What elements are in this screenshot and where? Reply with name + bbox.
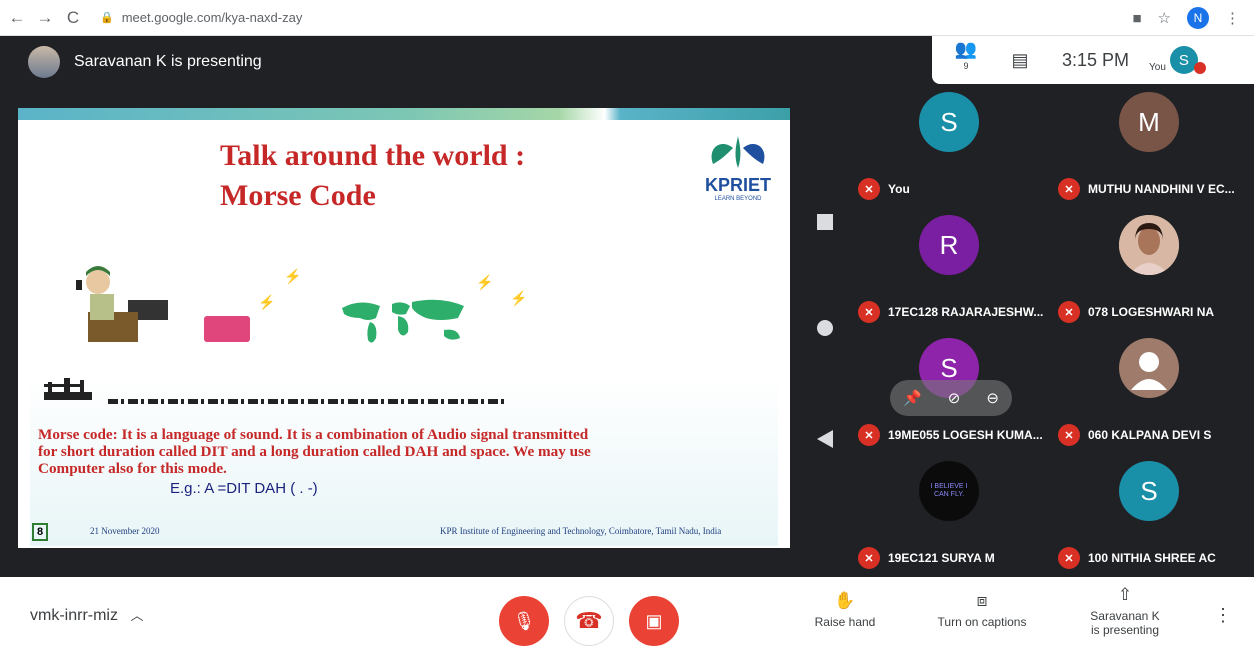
presenter-label: Saravanan K is presenting [74,53,262,70]
participant-name: 060 KALPANA DEVI S [1088,428,1212,442]
camera-off-button[interactable]: ▣ [629,596,679,646]
muted-mic-icon: ✕ [1058,424,1080,446]
camera-off-icon: ▣ [645,610,663,631]
url-text: meet.google.com/kya-naxd-zay [121,10,303,25]
top-right-panel: 👥9 ▤ 3:15 PM You S [932,36,1254,84]
leave-call-button[interactable]: ☎ [564,596,614,646]
participant-tile[interactable]: S ✕ You [850,84,1052,207]
participant-name: 100 NITHIA SHREE AC [1088,551,1216,565]
menu-icon[interactable]: ⋮ [1225,9,1240,27]
muted-mic-icon: ✕ [858,178,880,200]
participant-avatar: S [919,92,979,152]
muted-mic-icon: ✕ [1058,301,1080,323]
more-options-icon[interactable]: ⋮ [1214,605,1232,626]
circle-nav-icon[interactable] [810,320,840,336]
meet-stage: Saravanan K is presenting 👥9 ▤ 3:15 PM Y… [0,36,1254,577]
lock-icon: 🔒 [100,12,114,24]
back-icon[interactable]: ← [6,7,28,29]
hand-icon: ✋ [834,591,856,610]
participant-tile[interactable]: R ✕ 17EC128 RAJARAJESHW... [850,207,1052,330]
signal-icon: ⚡ [284,268,302,284]
presenter-avatar [28,46,60,78]
kpriet-logo: KPRIET LEARN BEYOND [698,134,778,202]
world-map-illustration [342,299,464,343]
slide-body-text: Morse code: It is a language of sound. I… [38,426,591,477]
participant-tile[interactable]: S ✕ 100 NITHIA SHREE AC [1050,453,1252,576]
presenting-button[interactable]: ⇧ Saravanan K is presenting [1080,585,1170,637]
participant-name: 078 LOGESHWARI NA [1088,305,1215,319]
people-icon[interactable]: 👥9 [954,39,978,81]
pin-icon[interactable]: 📌 [903,389,922,407]
participant-tile[interactable]: S 📌 ⊘ ⊖ ✕ 19ME055 LOGESH KUMA... [850,330,1052,453]
address-bar[interactable]: 🔒 meet.google.com/kya-naxd-zay [100,10,302,25]
present-icon: ⇧ [1117,585,1133,604]
self-muted-icon [1193,62,1206,74]
mute-icon[interactable]: ⊘ [948,389,961,407]
slide-example: E.g.: A =DIT DAH ( . -) [170,480,318,497]
participant-grid: S ✕ You M ✕ MUTHU NANDHINI V EC... R ✕ 17EC128 R… [850,84,1254,577]
participant-name: 19EC121 SURYA M [888,551,995,565]
signal-icon: ⚡ [510,290,528,306]
back-nav-icon[interactable] [810,430,840,448]
profile-avatar[interactable]: N [1187,7,1209,29]
muted-mic-icon: ✕ [858,547,880,569]
participant-tile[interactable]: M ✕ MUTHU NANDHINI V EC... [1050,84,1252,207]
presentation-slide: Talk around the world : Morse Code KPRIE… [18,108,790,548]
logo-leaf-icon [711,136,765,168]
star-icon[interactable]: ☆ [1158,9,1171,27]
tile-hover-actions: 📌 ⊘ ⊖ [890,380,1012,416]
you-label: You [1149,61,1166,73]
hang-up-icon: ☎ [575,608,603,633]
raise-hand-button[interactable]: ✋ Raise hand [810,591,880,629]
participant-tile[interactable]: ✕ 060 KALPANA DEVI S [1050,330,1252,453]
bottom-control-bar: vmk-inrr-miz ︿ 🎙 ☎ ▣ ✋ Raise hand ⧈ Turn… [0,577,1254,647]
mic-off-button[interactable]: 🎙 [499,596,549,646]
participant-name: 17EC128 RAJARAJESHW... [888,305,1044,319]
muted-mic-icon: ✕ [1058,547,1080,569]
radio-illustration [204,316,250,342]
participant-tile[interactable]: ✕ 078 LOGESHWARI NA [1050,207,1252,330]
participant-avatar: I BELIEVE I CAN FLY. [919,461,979,521]
participant-name: You [888,182,910,196]
participant-name: MUTHU NANDHINI V EC... [1088,182,1235,196]
browser-toolbar: ← → C 🔒 meet.google.com/kya-naxd-zay ■ ☆… [0,0,1254,36]
chevron-up-icon: ︿ [130,608,144,623]
radio-operator-illustration [76,266,168,342]
muted-mic-icon: ✕ [858,301,880,323]
captions-icon: ⧈ [976,591,988,610]
slide-footer: KPR Institute of Engineering and Technol… [440,526,722,536]
participant-avatar [1119,215,1179,275]
muted-mic-icon: ✕ [1058,178,1080,200]
mic-off-icon: 🎙 [512,610,536,631]
participant-tile[interactable]: I BELIEVE I CAN FLY. ✕ 19EC121 SURYA M [850,453,1052,576]
slide-title: Talk around the world : Morse Code [220,139,526,212]
signal-icon: ⚡ [476,274,494,290]
chat-icon[interactable]: ▤ [1008,50,1032,71]
clock: 3:15 PM [1062,49,1130,70]
slide-date: 21 November 2020 [90,526,160,536]
signal-icon: ⚡ [258,294,276,310]
participant-avatar [1119,338,1179,398]
participant-avatar: R [919,215,979,275]
captions-button[interactable]: ⧈ Turn on captions [928,591,1036,629]
morse-code-line [108,399,508,404]
telegraph-key-illustration [44,378,92,400]
participant-name: 19ME055 LOGESH KUMA... [888,428,1043,442]
slide-page-number: 8 [32,523,48,541]
square-nav-icon[interactable] [810,214,840,230]
meeting-details[interactable]: vmk-inrr-miz ︿ [30,605,143,625]
forward-icon[interactable]: → [34,7,56,29]
muted-mic-icon: ✕ [858,424,880,446]
participant-avatar: S [1119,461,1179,521]
presenter-bar: Saravanan K is presenting [28,46,262,78]
reload-icon[interactable]: C [62,7,84,29]
remove-icon[interactable]: ⊖ [986,389,999,407]
camera-icon[interactable]: ■ [1132,10,1141,27]
participant-avatar: M [1119,92,1179,152]
